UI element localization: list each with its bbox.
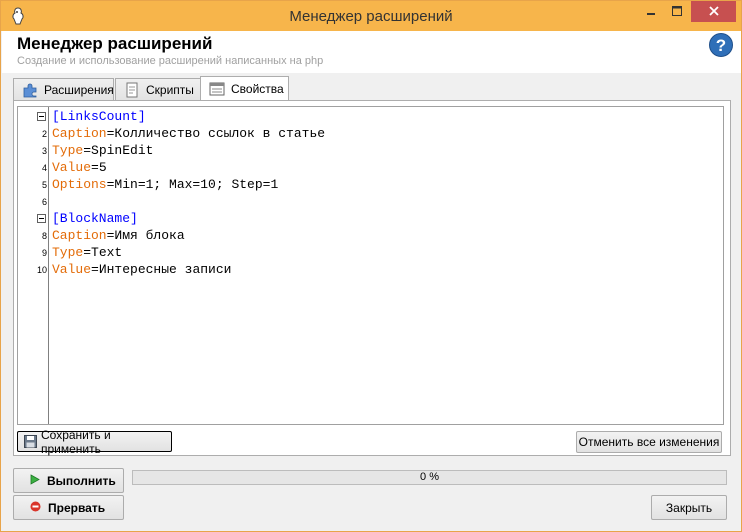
code-text: Type=SpinEdit bbox=[52, 143, 153, 158]
maximize-icon bbox=[672, 5, 682, 19]
revert-changes-label: Отменить все изменения bbox=[578, 435, 720, 449]
editor-line[interactable]: 3 Type=SpinEdit bbox=[18, 142, 723, 159]
editor-line[interactable]: 8 Caption=Имя блока bbox=[18, 227, 723, 244]
property-key: Caption bbox=[52, 228, 107, 243]
save-apply-button[interactable]: Сохранить и применить bbox=[17, 428, 172, 456]
window-title: Менеджер расширений bbox=[289, 8, 453, 25]
code-text: Caption=Имя блока bbox=[52, 228, 185, 243]
help-icon[interactable]: ? bbox=[709, 33, 733, 57]
property-value: Text bbox=[91, 245, 123, 260]
property-value: Интересные записи bbox=[98, 262, 232, 277]
editor-line[interactable]: [LinksCount] bbox=[18, 108, 723, 125]
property-value: Min=1; Max=10; Step=1 bbox=[114, 177, 279, 192]
properties-panel: [LinksCount] 2 Caption=Колличество ссылок … bbox=[13, 100, 731, 456]
code-text: Caption=Колличество ссылок в статье bbox=[52, 126, 325, 141]
stop-icon bbox=[30, 501, 41, 515]
section-header: [BlockName] bbox=[52, 211, 138, 226]
minimize-icon bbox=[646, 5, 656, 19]
play-icon bbox=[30, 473, 40, 488]
editor-line[interactable]: 9 Type=Text bbox=[18, 244, 723, 261]
close-icon bbox=[708, 5, 719, 19]
floppy-disk-icon bbox=[24, 435, 37, 448]
property-value: 5 bbox=[98, 160, 107, 175]
close-button[interactable]: Закрыть bbox=[651, 495, 727, 520]
save-apply-label: Сохранить и применить bbox=[41, 427, 111, 456]
property-key: Type bbox=[52, 245, 84, 260]
property-key: Value bbox=[52, 262, 92, 277]
fold-toggle-icon[interactable] bbox=[37, 214, 46, 223]
progress-text: 0 % bbox=[420, 471, 439, 483]
tab-scripts-label: Скрипты bbox=[146, 82, 194, 97]
stop-label: Прервать bbox=[48, 500, 106, 515]
property-value: Колличество ссылок в статье bbox=[114, 126, 326, 141]
property-value: SpinEdit bbox=[91, 143, 154, 158]
code-text: [BlockName] bbox=[52, 211, 138, 226]
line-number: 9 bbox=[41, 248, 47, 258]
tab-extensions-label: Расширения bbox=[44, 82, 114, 97]
line-number: 2 bbox=[41, 129, 47, 139]
section-header: [LinksCount] bbox=[52, 109, 146, 124]
editor-line[interactable]: 6 bbox=[18, 193, 723, 210]
property-key: Options bbox=[52, 177, 107, 192]
line-number: 6 bbox=[41, 197, 47, 207]
run-label: Выполнить bbox=[47, 473, 116, 488]
tab-properties-label: Свойства bbox=[231, 81, 284, 96]
line-number: 10 bbox=[36, 265, 47, 275]
revert-changes-button[interactable]: Отменить все изменения bbox=[576, 431, 722, 453]
page-subtitle: Создание и использование расширений напи… bbox=[17, 55, 324, 67]
equals-sign: = bbox=[83, 245, 92, 260]
progress-bar: 0 % bbox=[132, 470, 727, 485]
property-value: Имя блока bbox=[114, 228, 185, 243]
tab-extensions[interactable]: Расширения bbox=[13, 78, 114, 100]
line-number: 3 bbox=[41, 146, 47, 156]
stop-button[interactable]: Прервать bbox=[13, 495, 124, 520]
title-bar[interactable]: Менеджер расширений bbox=[1, 1, 741, 31]
editor-line[interactable]: 2 Caption=Колличество ссылок в статье bbox=[18, 125, 723, 142]
code-editor[interactable]: [LinksCount] 2 Caption=Колличество ссылок … bbox=[17, 106, 724, 425]
line-number: 5 bbox=[41, 180, 47, 190]
editor-line[interactable]: 10 Value=Интересные записи bbox=[18, 261, 723, 278]
main-window: Менеджер расширений Менеджер расширений … bbox=[0, 0, 742, 532]
code-text: Type=Text bbox=[52, 245, 122, 260]
property-key: Type bbox=[52, 143, 84, 158]
minimize-button[interactable] bbox=[637, 1, 664, 22]
line-number: 4 bbox=[41, 163, 47, 173]
editor-line[interactable]: 5 Options=Min=1; Max=10; Step=1 bbox=[18, 176, 723, 193]
editor-line[interactable]: [BlockName] bbox=[18, 210, 723, 227]
header: Менеджер расширений Создание и использов… bbox=[2, 31, 741, 73]
document-icon bbox=[124, 82, 140, 98]
equals-sign: = bbox=[91, 160, 99, 175]
equals-sign: = bbox=[83, 143, 92, 158]
code-text: [LinksCount] bbox=[52, 109, 146, 124]
property-key: Value bbox=[52, 160, 92, 175]
maximize-button[interactable] bbox=[664, 1, 690, 22]
fold-toggle-icon[interactable] bbox=[37, 112, 46, 121]
code-text: Value=Интересные записи bbox=[52, 262, 231, 277]
code-text: Value=5 bbox=[52, 160, 107, 175]
close-window-button[interactable] bbox=[691, 1, 736, 22]
tab-properties[interactable]: Свойства bbox=[200, 76, 289, 100]
page-title: Менеджер расширений bbox=[17, 34, 213, 53]
code-text: Options=Min=1; Max=10; Step=1 bbox=[52, 177, 278, 192]
editor-line[interactable]: 4 Value=5 bbox=[18, 159, 723, 176]
puzzle-icon bbox=[22, 82, 38, 98]
tab-scripts[interactable]: Скрипты bbox=[115, 78, 201, 100]
properties-icon bbox=[209, 81, 225, 97]
line-number: 8 bbox=[41, 231, 47, 241]
equals-sign: = bbox=[91, 262, 99, 277]
run-button[interactable]: Выполнить bbox=[13, 468, 124, 493]
property-key: Caption bbox=[52, 126, 107, 141]
close-label: Закрыть bbox=[665, 500, 713, 515]
